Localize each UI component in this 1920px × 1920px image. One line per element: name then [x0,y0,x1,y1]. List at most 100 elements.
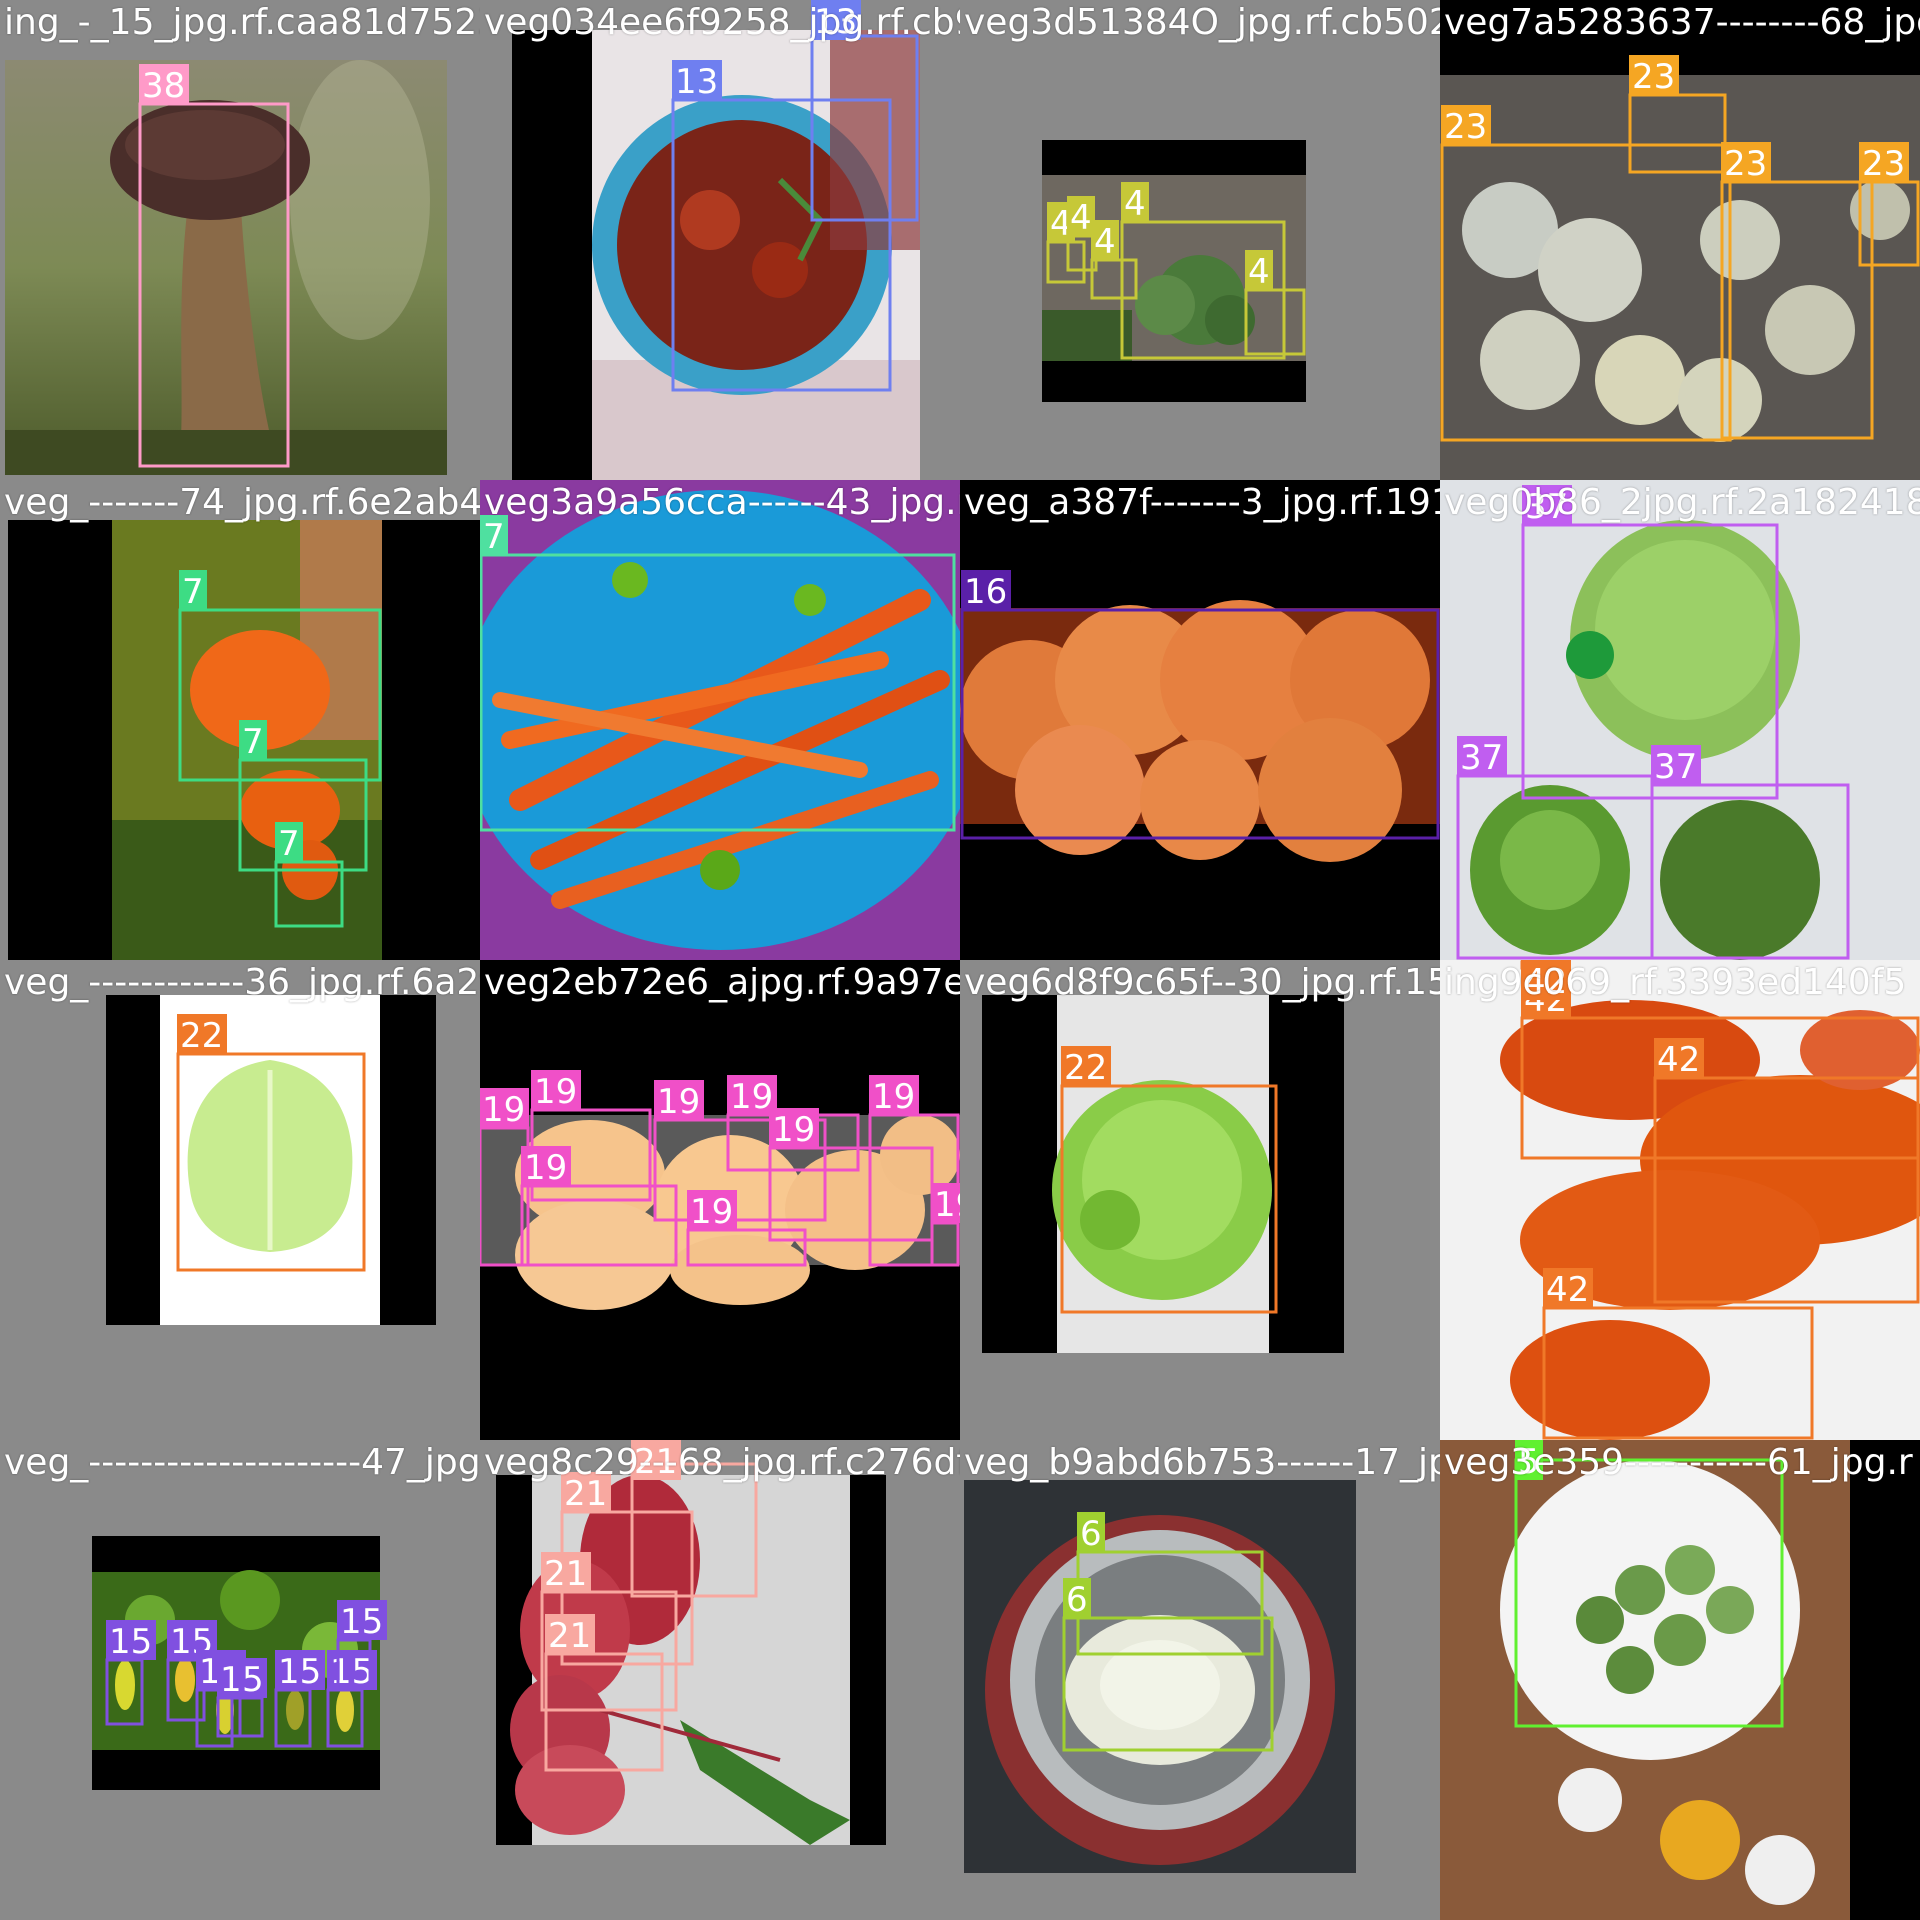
bbox-outline [1653,1076,1920,1304]
bbox-6: 6 [1062,1578,1274,1752]
bbox-label: 4 [1070,198,1092,238]
bbox-outline [930,1221,960,1267]
bbox-37: 37 [1521,485,1779,800]
bbox-label: 4 [1124,184,1146,224]
tile-peppers: veg_---------------------47_jpg 15 15 15… [0,1440,480,1920]
annotation-layer: 6 6 [1062,1512,1274,1752]
bbox-outline [238,1696,264,1738]
bbox-label: 21 [548,1616,591,1656]
bbox-23: 23 [1720,142,1874,440]
tile-mushroom: ing_-_15_jpg.rf.caa81d7523ddd0 38 [0,0,480,480]
bbox-37: 37 [1456,736,1654,960]
bbox-7: 7 [274,822,344,928]
tile-filename: veg_-------74_jpg.rf.6e2ab4a9e3 [4,482,480,523]
annotation-layer: 4 4 4 4 4 [1046,182,1306,360]
tile-filename: veg_---------------------47_jpg [4,1442,480,1483]
bbox-label: 22 [1064,1048,1107,1088]
bbox-outline [686,1228,807,1267]
bbox-outline [178,608,382,782]
bbox-outline [274,860,344,928]
annotation-layer: 7 [480,515,956,832]
tile-filename: veg_a387f-------3_jpg.rf.191350b [964,482,1440,523]
bbox-label: 7 [182,572,204,612]
bbox-label: 19 [534,1072,577,1112]
bbox-label: 38 [142,66,185,106]
bbox-label: 4 [1248,252,1270,292]
bbox-4: 4 [1244,250,1306,356]
bbox-outline [1090,258,1138,300]
bbox-15: 15 [274,1650,325,1748]
bbox-23: 23 [1858,142,1920,267]
bbox-outline [671,98,892,392]
bbox-label: 15 [109,1622,152,1662]
bbox-outline [768,1146,934,1242]
bbox-outline [1720,180,1874,440]
bbox-38: 38 [138,64,290,468]
bbox-outline [1521,523,1779,800]
bbox-outline [1628,93,1727,174]
tile-filename: veg_------------36_jpg.rf.6a2f [4,962,480,1003]
bbox-7: 7 [178,570,382,782]
bbox-label: 4 [1094,222,1116,262]
annotation-layer: 16 [960,570,1440,840]
bbox-outline [1514,1458,1784,1728]
annotation-layer: 5 [1514,1440,1784,1728]
bbox-16: 16 [960,570,1440,840]
bbox-outline [520,1184,678,1267]
bbox-outline [1440,143,1732,442]
bbox-label: 19 [524,1148,567,1188]
bbox-37: 37 [1650,745,1850,960]
annotation-layer: 37 37 37 [1456,485,1850,960]
annotation-layer: 13 13 [671,0,919,392]
annotation-layer: 38 [138,64,290,468]
tile-lettuce-bag: veg0b86_2jpg.rf.2a182418e 37 37 37 [1440,480,1920,960]
bbox-outline [1062,1616,1274,1752]
bbox-label: 23 [1862,144,1905,184]
bbox-label: 22 [180,1016,223,1056]
tile-filename: veg034ee6f9258_jpg.rf.cb90 [484,2,960,43]
tile-cabbage-pot: veg_b9abd6b753------17_jpg.rf.c 6 6 [960,1440,1440,1920]
bbox-42: 42 [1542,1268,1814,1440]
bbox-outline [216,1696,242,1738]
bbox-13: 13 [671,60,892,392]
tile-filename: veg3e359-----------61_jpg.r [1444,1442,1913,1483]
tile-filename: veg3a9a56cca------43_jpg.rf.6d5 [484,482,960,523]
bbox-label: 23 [1444,107,1487,147]
bbox-label: 23 [1724,144,1767,184]
tile-roasted-carrots: veg3a9a56cca------43_jpg.rf.6d5 7 [480,480,960,960]
bbox-outline [176,1052,366,1272]
bbox-label: 19 [690,1192,733,1232]
annotation-layer: 23 23 23 23 [1440,55,1920,442]
bbox-outline [810,34,919,222]
bbox-label: 19 [872,1077,915,1117]
bbox-label: 19 [772,1110,815,1150]
bbox-label: 37 [1654,747,1697,787]
bbox-label: 23 [1632,57,1675,97]
tile-filename: veg7a5283637--------68_jpg.rf [1444,2,1920,43]
tile-filename: veg2eb72e6_ajpg.rf.9a97e8febf84 [484,962,960,1003]
annotation-layer: 15 15 15 15 15 15 15 5 [105,1600,387,1748]
bbox-label: 6 [1080,1514,1102,1554]
annotation-layer: 42 42 42 42 [1520,960,1920,1440]
bbox-label: 16 [964,572,1007,612]
bbox-22: 22 [1060,1046,1278,1314]
bbox-42: 42 [1520,978,1920,1160]
tile-filename: veg_b9abd6b753------17_jpg.rf.c [964,1442,1440,1483]
bbox-label: 7 [242,722,264,762]
bbox-label: 42 [1546,1270,1589,1310]
bbox-label: 13 [675,62,718,102]
detection-mosaic: ing_-_15_jpg.rf.caa81d7523ddd0 38 veg034… [0,0,1920,1920]
bbox-5: 5 [238,1658,267,1738]
bbox-outline [105,1658,144,1726]
tile-sweet-potatoes: ing9c069_rf.3393ed140f5 42 42 42 42 [1440,960,1920,1440]
bbox-outline [1542,1306,1814,1440]
tile-pattypan: veg7a5283637--------68_jpg.rf 23 23 23 2… [1440,0,1920,480]
bbox-23: 23 [1440,105,1732,442]
bbox-23: 23 [1628,55,1727,174]
tile-butternut: veg2eb72e6_ajpg.rf.9a97e8febf84 19 19 19… [480,960,960,1440]
bbox-outline [138,102,290,468]
bbox-15: 15 [105,1620,156,1726]
bbox-label: 15 [340,1602,383,1642]
tile-green-lettuce: veg6d8f9c65f--30_jpg.rf.151 22 [960,960,1440,1440]
annotation-layer: 22 [176,1014,366,1272]
